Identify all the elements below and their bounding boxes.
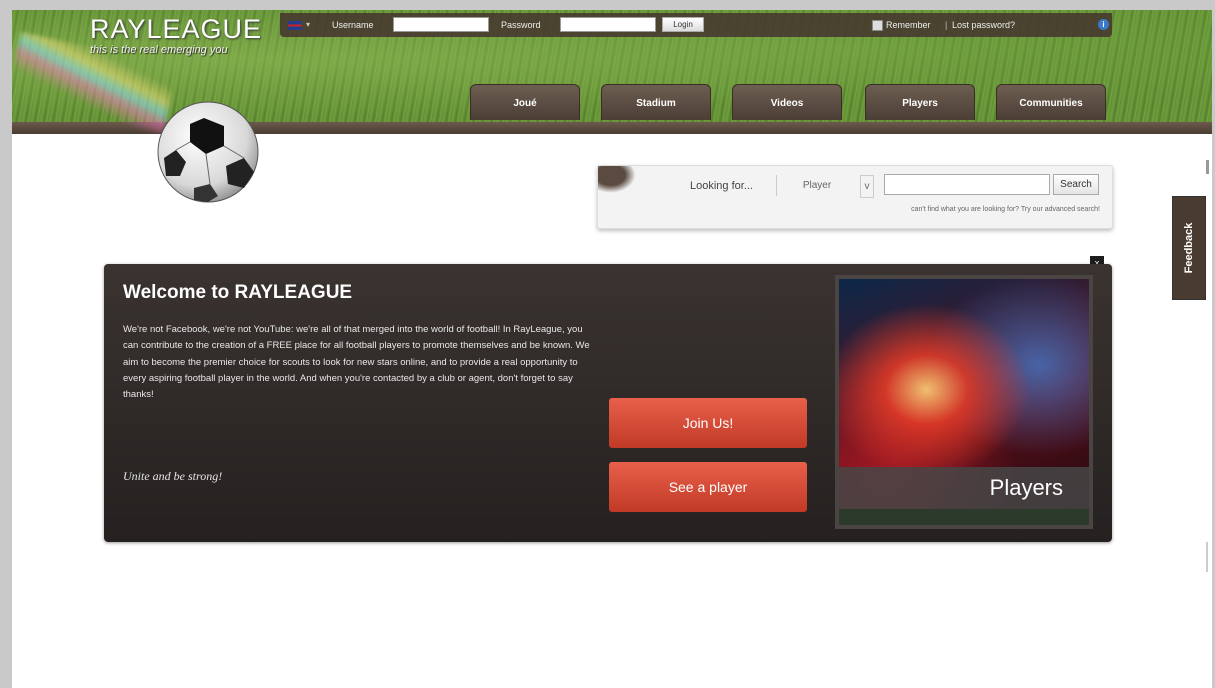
soccer-ball-icon — [157, 101, 259, 203]
tab-communities[interactable]: Communities — [996, 84, 1106, 120]
lost-password-link[interactable]: Lost password? — [952, 13, 1015, 37]
login-bar: ▾ Username Password Login Remember | Los… — [280, 13, 1112, 37]
join-us-button[interactable]: Join Us! — [609, 398, 807, 448]
scrollbar-marker — [1206, 542, 1208, 572]
welcome-body: We're not Facebook, we're not YouTube: w… — [123, 324, 590, 401]
tab-joue[interactable]: Joué — [470, 84, 580, 120]
welcome-motto: Unite and be strong! — [123, 469, 223, 483]
login-separator: | — [945, 20, 948, 30]
promo-label: Players — [989, 475, 1063, 500]
language-caret-icon[interactable]: ▾ — [306, 13, 310, 37]
tab-stadium[interactable]: Stadium — [601, 84, 711, 120]
welcome-title: Welcome to RAYLEAGUE — [123, 282, 353, 303]
search-input[interactable] — [884, 174, 1050, 195]
search-button[interactable]: Search — [1053, 174, 1099, 195]
scrollbar-marker — [1206, 160, 1209, 174]
chevron-down-icon[interactable]: v — [860, 175, 874, 198]
tab-videos[interactable]: Videos — [732, 84, 842, 120]
browser-page: RAYLEAGUE this is the real emerging you … — [12, 10, 1212, 688]
search-label: Looking for... — [690, 180, 753, 192]
remember-checkbox[interactable] — [872, 20, 883, 31]
username-label: Username — [332, 20, 374, 30]
promo-bottom-strip — [839, 509, 1089, 525]
tab-players[interactable]: Players — [865, 84, 975, 120]
password-input[interactable] — [560, 17, 656, 32]
welcome-panel: Welcome to RAYLEAGUE We're not Facebook,… — [104, 264, 1112, 542]
feedback-label: Feedback — [1183, 222, 1195, 274]
site-logo[interactable]: RAYLEAGUE — [90, 14, 262, 45]
login-button[interactable]: Login — [662, 17, 704, 32]
players-promo-image[interactable]: Players — [835, 275, 1093, 529]
see-a-player-button[interactable]: See a player — [609, 462, 807, 512]
username-input[interactable] — [393, 17, 489, 32]
advanced-search-link[interactable]: can't find what you are looking for? Try… — [798, 206, 1100, 213]
password-label: Password — [501, 20, 541, 30]
uk-flag-icon[interactable] — [288, 21, 302, 30]
info-icon[interactable]: i — [1098, 19, 1109, 30]
feedback-tab[interactable]: Feedback — [1172, 196, 1206, 300]
remember-label: Remember — [886, 20, 931, 30]
search-category-select[interactable]: Player — [776, 175, 857, 196]
paint-splat-decoration — [598, 166, 640, 196]
search-panel: Looking for... Player v Search can't fin… — [597, 165, 1113, 229]
